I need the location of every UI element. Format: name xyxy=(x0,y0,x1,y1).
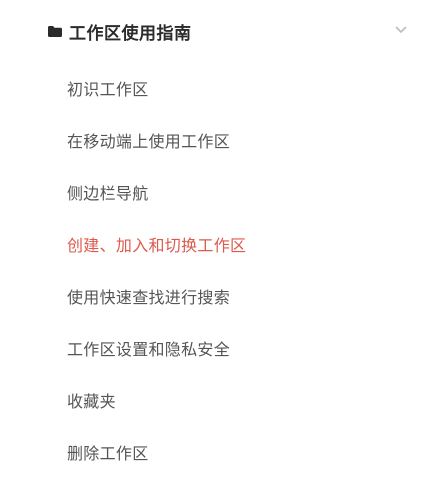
chevron-down-icon[interactable] xyxy=(394,23,408,37)
nav-item[interactable]: 收藏夹 xyxy=(0,374,431,426)
section-title: 工作区使用指南 xyxy=(69,23,192,44)
nav-item[interactable]: 侧边栏导航 xyxy=(0,166,431,218)
nav-item[interactable]: 删除工作区 xyxy=(0,426,431,478)
nav-item[interactable]: 初识工作区 xyxy=(0,62,431,114)
nav-item[interactable]: 工作区设置和隐私安全 xyxy=(0,322,431,374)
nav-item[interactable]: 在移动端上使用工作区 xyxy=(0,114,431,166)
guide-nav-section: 工作区使用指南 初识工作区 在移动端上使用工作区 侧边栏导航 创建、加入和切换工… xyxy=(0,0,431,479)
nav-item[interactable]: 创建、加入和切换工作区 xyxy=(0,218,431,270)
nav-item[interactable]: 使用快速查找进行搜索 xyxy=(0,270,431,322)
nav-list: 初识工作区 在移动端上使用工作区 侧边栏导航 创建、加入和切换工作区 使用快速查… xyxy=(0,62,431,478)
section-header[interactable]: 工作区使用指南 xyxy=(46,14,416,48)
folder-icon xyxy=(46,23,64,39)
